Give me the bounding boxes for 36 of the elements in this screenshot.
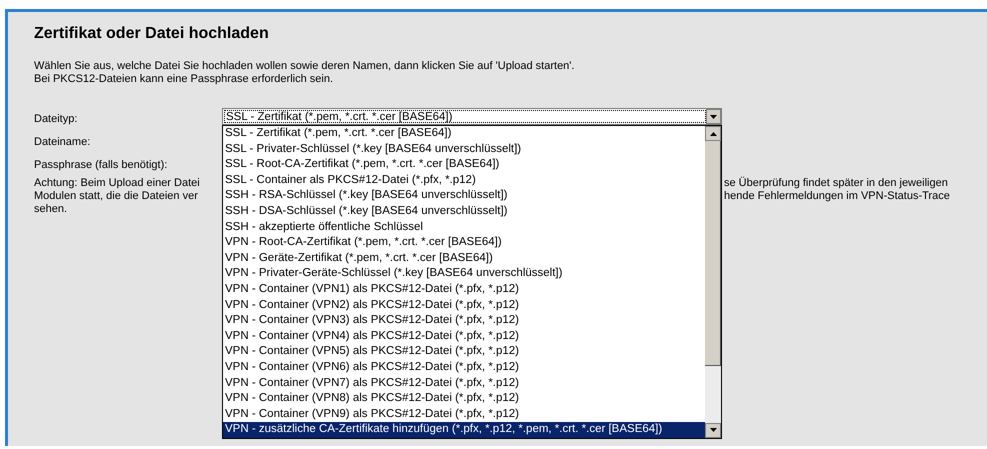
field-label: Passphrase (falls benötigt): (34, 158, 168, 173)
dropdown-option[interactable]: VPN - Privater-Geräte-Schlüssel (*.key [BASE64 unverschlüsselt]) (223, 266, 705, 282)
file-type-dropdown[interactable]: SSL - Zertifikat (*.pem, *.crt. *.cer [BASE64]) (222, 108, 722, 125)
field-label: Dateityp: (34, 112, 78, 127)
page-title: Zertifikat oder Datei hochladen (34, 24, 270, 44)
dropdown-option[interactable]: VPN - Container (VPN3) als PKCS#12-Datei (*.pfx, *.p12) (223, 313, 705, 329)
intro-text: Bei PKCS12-Dateien kann eine Passphrase erforderlich sein. (34, 73, 333, 86)
dropdown-option[interactable]: SSH - DSA-Schlüssel (*.key [BASE64 unverschlüsselt]) (223, 204, 705, 220)
dropdown-option[interactable]: VPN - Container (VPN5) als PKCS#12-Datei (*.pfx, *.p12) (223, 344, 705, 360)
dropdown-option[interactable]: VPN - Container (VPN9) als PKCS#12-Datei (*.pfx, *.p12) (223, 406, 705, 422)
warning-text: Achtung: Beim Upload einer Datei (34, 177, 200, 190)
dropdown-option[interactable]: VPN - Container (VPN2) als PKCS#12-Datei (*.pfx, *.p12) (223, 298, 705, 314)
dropdown-option[interactable]: VPN - Container (VPN6) als PKCS#12-Datei (*.pfx, *.p12) (223, 360, 705, 376)
intro-text: Wählen Sie aus, welche Datei Sie hochladen wollen sowie deren Namen, dann klicken Sie auf 'Upload starten'. (34, 60, 574, 73)
dropdown-option[interactable]: SSH - RSA-Schlüssel (*.key [BASE64 unverschlüsselt]) (223, 188, 705, 204)
dropdown-option[interactable]: SSL - Privater-Schlüssel (*.key [BASE64 unverschlüsselt]) (223, 142, 705, 158)
dropdown-option[interactable]: VPN - Container (VPN7) als PKCS#12-Datei (*.pfx, *.p12) (223, 376, 705, 392)
field-label: Dateiname: (34, 135, 90, 150)
warning-text: sehen. (34, 203, 68, 216)
dropdown-option[interactable]: SSL - Zertifikat (*.pem, *.crt. *.cer [BASE64]) (223, 126, 705, 142)
dropdown-option[interactable]: VPN - Container (VPN1) als PKCS#12-Datei (*.pfx, *.p12) (223, 282, 705, 298)
scroll-down-icon[interactable] (705, 422, 721, 438)
scroll-up-icon[interactable] (705, 126, 721, 141)
scrollbar[interactable] (705, 126, 721, 438)
dropdown-option[interactable]: VPN - Container (VPN4) als PKCS#12-Datei (*.pfx, *.p12) (223, 328, 705, 344)
dropdown-option[interactable]: VPN - Root-CA-Zertifikat (*.pem, *.crt. *.cer [BASE64]) (223, 235, 705, 251)
dropdown-option[interactable]: SSH - akzeptierte öffentliche Schlüssel (223, 220, 705, 236)
dropdown-option[interactable]: SSL - Root-CA-Zertifikat (*.pem, *.crt. *.cer [BASE64]) (223, 157, 705, 173)
dropdown-option[interactable]: VPN - Container (VPN8) als PKCS#12-Datei (*.pfx, *.p12) (223, 391, 705, 407)
dropdown-option[interactable]: SSL - Container als PKCS#12-Datei (*.pfx, *.p12) (223, 172, 705, 188)
dropdown-option[interactable]: VPN - Geräte-Zertifikat (*.pem, *.crt. *.cer [BASE64]) (223, 250, 705, 266)
warning-text: Modulen statt, die die Dateien ver (34, 190, 198, 203)
scroll-thumb[interactable] (705, 141, 721, 366)
warning-text: hende Fehlermeldungen im VPN-Status-Trace (724, 190, 950, 203)
dropdown-option[interactable]: VPN - zusätzliche CA-Zertifikate hinzufügen (*.pfx, *.p12, *.pem, *.crt. *.cer [BASE64]) (223, 422, 705, 438)
warning-text: se Überprüfung findet später in den jeweiligen (724, 177, 948, 190)
